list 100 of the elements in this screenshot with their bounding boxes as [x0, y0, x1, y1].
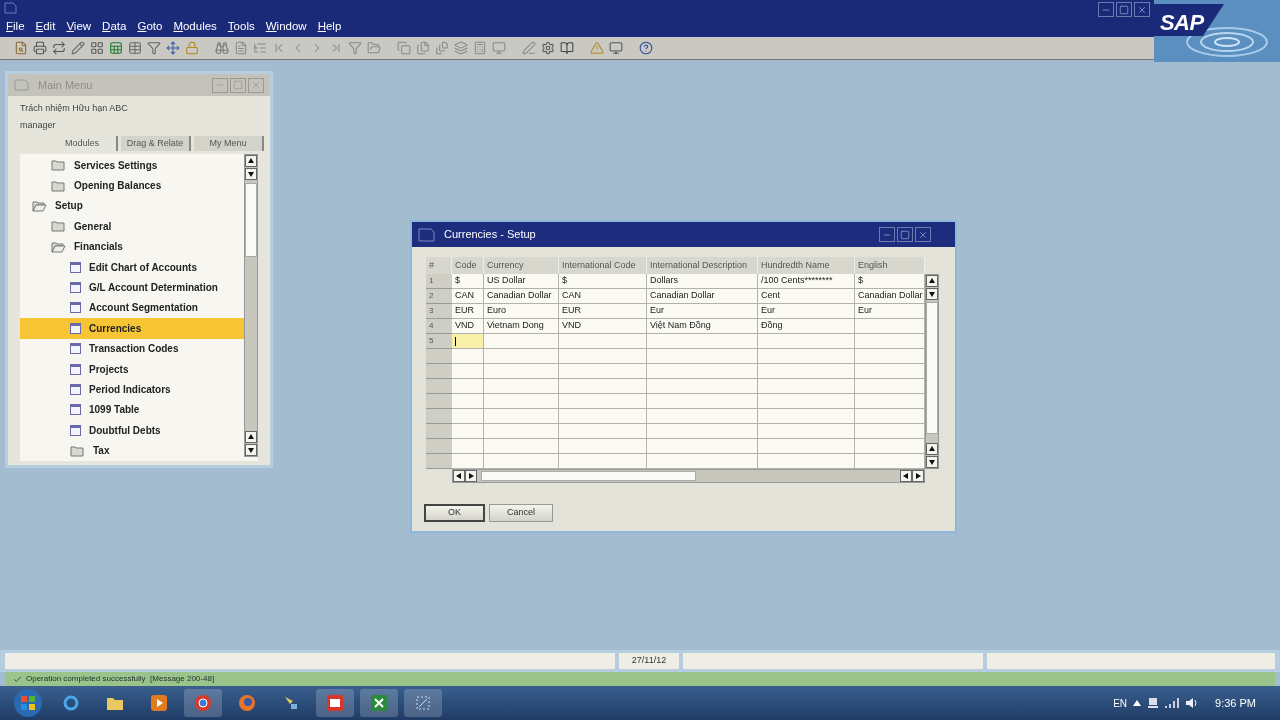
- table-cell[interactable]: [647, 349, 758, 364]
- table-cell[interactable]: [758, 394, 855, 409]
- scroll-right-button[interactable]: [912, 470, 924, 482]
- pen-icon[interactable]: [522, 41, 536, 55]
- close-button[interactable]: [1134, 2, 1150, 17]
- table-cell[interactable]: [484, 349, 559, 364]
- tree-item[interactable]: General: [20, 216, 244, 237]
- tree-item[interactable]: Edit Chart of Accounts: [20, 256, 244, 278]
- table-cell[interactable]: [452, 379, 484, 394]
- help-icon[interactable]: [639, 41, 653, 55]
- column-header[interactable]: Currency: [484, 257, 559, 274]
- table-cell[interactable]: $: [452, 274, 484, 289]
- tree-item[interactable]: Period Indicators: [20, 379, 244, 400]
- signal-icon[interactable]: [1165, 698, 1180, 708]
- table-cell[interactable]: [855, 319, 925, 334]
- table-cell[interactable]: /100 Cents********: [758, 274, 855, 289]
- table-cell[interactable]: Canadian Dollar: [855, 289, 925, 304]
- maximize-button[interactable]: [230, 77, 246, 93]
- table-cell[interactable]: EUR: [559, 304, 647, 319]
- menu-tab[interactable]: Drag & Relate: [121, 136, 191, 151]
- table-cell[interactable]: Eur: [855, 304, 925, 319]
- table-cell[interactable]: [452, 424, 484, 439]
- table-cell[interactable]: [484, 334, 559, 349]
- minimize-button[interactable]: [879, 227, 895, 242]
- grid-icon[interactable]: [90, 41, 104, 55]
- mail-icon[interactable]: [316, 689, 354, 717]
- scroll-up-button[interactable]: [245, 431, 257, 443]
- table-cell[interactable]: US Dollar: [484, 274, 559, 289]
- table-cell[interactable]: [758, 409, 855, 424]
- table-cell[interactable]: [855, 454, 925, 469]
- list-icon[interactable]: [253, 41, 267, 55]
- table-cell[interactable]: Dollars: [647, 274, 758, 289]
- maximize-button[interactable]: [1116, 2, 1132, 17]
- table-cell[interactable]: Cent: [758, 289, 855, 304]
- table-cell[interactable]: [647, 424, 758, 439]
- column-header[interactable]: English: [855, 257, 925, 274]
- copy-icon[interactable]: [397, 41, 411, 55]
- scroll-down-button[interactable]: [926, 288, 938, 300]
- table-cell[interactable]: [452, 334, 484, 349]
- app-icon[interactable]: [404, 689, 442, 717]
- tree-item[interactable]: Account Segmentation: [20, 297, 244, 319]
- table-cell[interactable]: Đồng: [758, 319, 855, 334]
- table-cell[interactable]: [647, 379, 758, 394]
- table-cell[interactable]: Canadian Dollar: [484, 289, 559, 304]
- table-cell[interactable]: [855, 364, 925, 379]
- scroll-up-button[interactable]: [245, 155, 257, 167]
- table-cell[interactable]: [855, 379, 925, 394]
- table-cell[interactable]: [484, 379, 559, 394]
- ok-button[interactable]: OK: [424, 504, 485, 522]
- table-cell[interactable]: [855, 409, 925, 424]
- tree-item[interactable]: Setup: [20, 195, 244, 217]
- table-cell[interactable]: [855, 349, 925, 364]
- table-cell[interactable]: [484, 454, 559, 469]
- lock-icon[interactable]: [185, 41, 199, 55]
- book-icon[interactable]: [560, 41, 574, 55]
- table-cell[interactable]: [758, 454, 855, 469]
- binoculars-icon[interactable]: [215, 41, 229, 55]
- monitor-icon[interactable]: [609, 41, 623, 55]
- table-cell[interactable]: [855, 439, 925, 454]
- table-cell[interactable]: [559, 394, 647, 409]
- table-cell[interactable]: [855, 394, 925, 409]
- maximize-button[interactable]: [897, 227, 913, 242]
- table-cell[interactable]: $: [855, 274, 925, 289]
- spreadsheet-icon[interactable]: [360, 689, 398, 717]
- table-cell[interactable]: [452, 439, 484, 454]
- settings-icon[interactable]: [541, 41, 555, 55]
- table-cell[interactable]: VND: [559, 319, 647, 334]
- last-record-icon[interactable]: [329, 41, 343, 55]
- table-cell[interactable]: [559, 409, 647, 424]
- table-cell[interactable]: [484, 394, 559, 409]
- table-cell[interactable]: [452, 349, 484, 364]
- document-icon[interactable]: [234, 41, 248, 55]
- language-indicator[interactable]: EN: [1113, 695, 1128, 711]
- horizontal-scrollbar[interactable]: [452, 469, 925, 483]
- printer-icon[interactable]: [33, 41, 47, 55]
- table-cell[interactable]: [559, 439, 647, 454]
- table-cell[interactable]: Canadian Dollar: [647, 289, 758, 304]
- scrollbar-thumb[interactable]: [245, 183, 257, 257]
- column-header[interactable]: International Code: [559, 257, 647, 274]
- minimize-button[interactable]: [1098, 2, 1114, 17]
- column-header[interactable]: #: [426, 257, 452, 274]
- menu-item[interactable]: View: [66, 17, 92, 35]
- table-cell[interactable]: $: [559, 274, 647, 289]
- exchange-icon[interactable]: [52, 41, 66, 55]
- table-cell[interactable]: Việt Nam Đồng: [647, 319, 758, 334]
- menu-tab[interactable]: My Menu: [194, 136, 264, 151]
- table-cell[interactable]: [647, 454, 758, 469]
- funnel-icon[interactable]: [348, 41, 362, 55]
- file-stack-icon[interactable]: [435, 41, 449, 55]
- close-button[interactable]: [248, 77, 264, 93]
- table-cell[interactable]: [452, 364, 484, 379]
- close-button[interactable]: [915, 227, 931, 242]
- tree-item[interactable]: Doubtful Debts: [20, 420, 244, 441]
- table-cell[interactable]: [559, 379, 647, 394]
- menu-item[interactable]: Edit: [35, 17, 56, 35]
- move-icon[interactable]: [166, 41, 180, 55]
- table-cell[interactable]: [855, 424, 925, 439]
- table-cell[interactable]: EUR: [452, 304, 484, 319]
- speaker-icon[interactable]: [1185, 697, 1200, 709]
- table-cell[interactable]: Vietnam Dong: [484, 319, 559, 334]
